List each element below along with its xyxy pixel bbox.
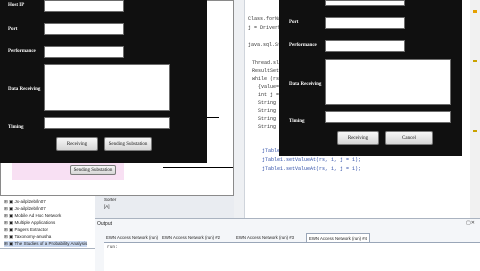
receiving-button-right[interactable]: Receiving [337, 131, 379, 145]
performance-field-right[interactable] [325, 40, 405, 52]
receiving-button[interactable]: Receiving [56, 137, 98, 151]
tree-item[interactable]: ⊞ ▣ Jx-ailpl2eb/ln07 [4, 199, 46, 205]
data-receiving-label: Data Receiving [8, 87, 41, 92]
connector-line [163, 167, 233, 168]
code-line: String [258, 116, 277, 122]
sorter-label: Sorter [104, 197, 117, 202]
navigator-panel [0, 248, 95, 271]
code-line: String [258, 108, 277, 114]
code-line: jTable1.setValueAt(rs, i, j = 1); [262, 157, 362, 163]
code-line: j = DriverM [248, 25, 282, 31]
sending-substation-button[interactable]: Sending Substation [104, 137, 152, 151]
code-line: int j = [258, 92, 280, 98]
timing-label-right: Timing [289, 119, 305, 124]
background-sending-substation-button[interactable]: Sending Substation [70, 165, 116, 175]
editor-gutter [234, 0, 245, 218]
timing-field[interactable] [44, 117, 170, 129]
port-label-right: Port [289, 20, 299, 25]
code-line: {value= [258, 84, 280, 90]
editor-scroll-marks [470, 0, 480, 218]
performance-field[interactable] [44, 46, 124, 58]
timing-field-right[interactable] [325, 111, 451, 123]
output-tab[interactable]: EWN Access Network (run) [104, 233, 158, 242]
code-line: String [258, 100, 277, 106]
output-tab[interactable]: EWN Access Network (run) #3 [234, 233, 296, 242]
tree-item[interactable]: ⊞ ▣ Mobile Ad Hoc Network [4, 213, 61, 219]
data-receiving-textarea[interactable] [44, 64, 170, 111]
data-receiving-textarea-right[interactable] [325, 59, 451, 105]
performance-label-right: Performance [289, 43, 317, 48]
tree-item[interactable]: ⊞ ▣ The Studies of a Probability Analysi… [4, 241, 88, 247]
code-line: jTable1.setValueAt(rs, i, j = 1); [262, 166, 362, 172]
connector-line [207, 117, 219, 118]
cancel-button[interactable]: Cancel [385, 131, 433, 145]
tree-item[interactable]: ⊞ ▣ Taxonomy-anusha [4, 234, 51, 240]
timing-label: Timing [8, 125, 24, 130]
port-field-right[interactable] [325, 17, 405, 29]
performance-label: Performance [8, 49, 36, 54]
host-ip-label: Host IP [8, 3, 25, 8]
tree-item[interactable]: ⊞ ▣ Multiple Applications [4, 220, 55, 226]
output-console[interactable] [104, 242, 480, 271]
code-line: java.sql.St [248, 42, 282, 48]
code-line: Class.forNa [248, 16, 282, 22]
port-label: Port [8, 27, 18, 32]
tree-item[interactable]: ⊞ ▣ Jx-ailpl2eb/ln07 [4, 206, 46, 212]
output-tab[interactable]: EWN Access Network (run) #2 [160, 233, 222, 242]
host-ip-field-right[interactable] [325, 0, 405, 6]
console-text: run: [107, 245, 118, 250]
code-line: Thread.sle [252, 60, 283, 66]
tree-item[interactable]: ⊞ ▣ Pagers Extractor [4, 227, 48, 233]
output-title: Output [97, 221, 113, 227]
data-receiving-label-right: Data Receiving [289, 82, 322, 87]
port-field[interactable] [44, 23, 124, 35]
list-label: [A] [104, 204, 110, 209]
output-minimize-icon[interactable]: ▢✕ [466, 220, 475, 226]
host-ip-field[interactable] [44, 0, 124, 12]
output-tab-active[interactable]: EWN Access Network (run) #4 [306, 233, 370, 242]
code-line: String [258, 124, 277, 130]
